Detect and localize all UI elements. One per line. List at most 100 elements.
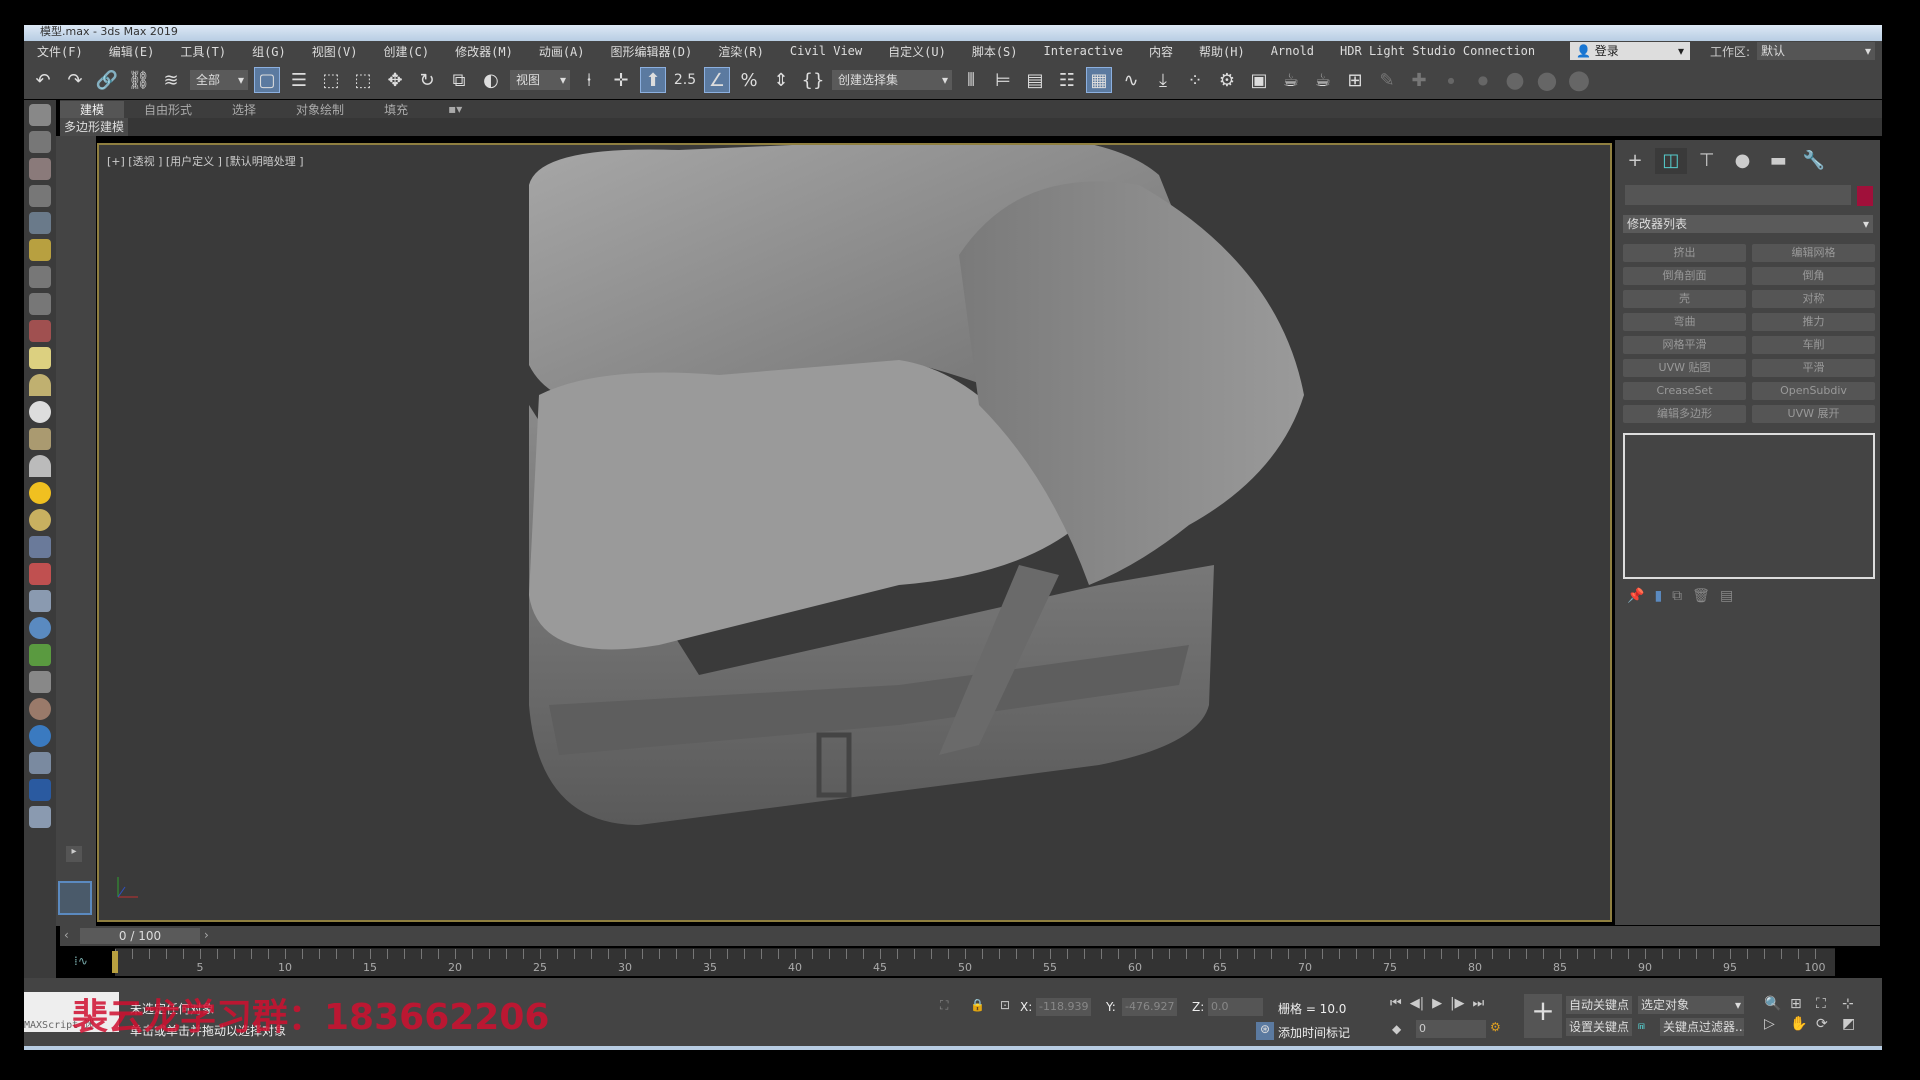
lock-selection-icon[interactable]: 🔒 bbox=[970, 998, 985, 1012]
menu-rendering[interactable]: 渲染(R) bbox=[705, 43, 777, 60]
menu-content[interactable]: 内容 bbox=[1136, 43, 1186, 60]
sofa-model[interactable] bbox=[399, 145, 1359, 845]
maximize-viewport-icon[interactable]: ◩ bbox=[1842, 1016, 1864, 1032]
plane-icon[interactable] bbox=[29, 347, 51, 369]
modify-tab-icon[interactable]: ◫ bbox=[1654, 148, 1687, 174]
add-time-tag-button[interactable]: 添加时间标记 bbox=[1278, 1024, 1350, 1041]
modifier-symmetry-button[interactable]: 对称 bbox=[1752, 290, 1875, 308]
material-editor-icon[interactable]: ⁘ bbox=[1182, 67, 1208, 93]
absolute-mode-icon[interactable]: ⊡ bbox=[1000, 998, 1010, 1012]
hair-icon[interactable] bbox=[29, 671, 51, 693]
angle-snap-icon[interactable]: ∠ bbox=[704, 67, 730, 93]
object-color-swatch[interactable] bbox=[1857, 186, 1873, 206]
scene-explorer-icon[interactable]: ▤ bbox=[1022, 67, 1048, 93]
plus-brush-icon[interactable]: ✚ bbox=[1406, 67, 1432, 93]
tab-freeform[interactable]: 自由形式 bbox=[124, 101, 212, 118]
play-icon[interactable]: ▶ bbox=[1432, 996, 1442, 1011]
menu-tools[interactable]: 工具(T) bbox=[167, 43, 239, 60]
modifier-lathe-button[interactable]: 车削 bbox=[1752, 336, 1875, 354]
menu-scripting[interactable]: 脚本(S) bbox=[959, 43, 1031, 60]
menu-customize[interactable]: 自定义(U) bbox=[875, 43, 959, 60]
menu-help[interactable]: 帮助(H) bbox=[1186, 43, 1258, 60]
menu-create[interactable]: 创建(C) bbox=[370, 43, 442, 60]
tab-object-paint[interactable]: 对象绘制 bbox=[276, 101, 364, 118]
motion-tab-icon[interactable]: ● bbox=[1726, 148, 1758, 174]
key-filters-button[interactable]: 关键点过滤器... bbox=[1660, 1018, 1744, 1036]
cone-icon[interactable] bbox=[29, 455, 51, 477]
curve-editor-toggle-icon[interactable]: ⁞∿ bbox=[74, 954, 88, 968]
reference-coord-dropdown[interactable]: 视图 ▾ bbox=[510, 70, 570, 90]
brush-icon[interactable]: ✎ bbox=[1374, 67, 1400, 93]
set-key-big-icon[interactable]: + bbox=[1524, 994, 1562, 1038]
next-frame-arrow-icon[interactable]: › bbox=[204, 928, 209, 942]
pan-icon[interactable]: ✋ bbox=[1790, 1016, 1812, 1032]
undo-icon[interactable]: ↶ bbox=[30, 67, 56, 93]
modifier-smooth-button[interactable]: 平滑 bbox=[1752, 359, 1875, 377]
brush-size-1-icon[interactable]: ● bbox=[1438, 67, 1464, 93]
brush-size-3-icon[interactable]: ● bbox=[1502, 67, 1528, 93]
rotate-icon[interactable]: ↻ bbox=[414, 67, 440, 93]
cloud-icon[interactable] bbox=[29, 131, 51, 153]
camera-icon[interactable] bbox=[29, 266, 51, 288]
set-key-button[interactable]: 设置关键点 bbox=[1566, 1018, 1633, 1036]
modifier-uvw-map-button[interactable]: UVW 贴图 bbox=[1623, 359, 1746, 377]
prev-frame-arrow-icon[interactable]: ‹ bbox=[64, 928, 69, 942]
select-object-icon[interactable]: ▢ bbox=[254, 67, 280, 93]
show-end-result-icon[interactable]: ▮ bbox=[1654, 588, 1662, 604]
menu-animation[interactable]: 动画(A) bbox=[526, 43, 598, 60]
login-dropdown[interactable]: 👤 登录 ▾ bbox=[1570, 42, 1690, 60]
bind-space-warp-icon[interactable]: ≋ bbox=[158, 67, 184, 93]
modifier-list-dropdown[interactable]: 修改器列表 ▾ bbox=[1623, 215, 1873, 233]
named-selection-dropdown[interactable]: 创建选择集 ▾ bbox=[832, 70, 952, 90]
menu-hdr-light-studio[interactable]: HDR Light Studio Connection bbox=[1327, 44, 1548, 58]
brush-paint-icon[interactable] bbox=[29, 563, 51, 585]
menu-civil-view[interactable]: Civil View bbox=[777, 44, 875, 58]
snaps-toggle-icon[interactable]: 2.5 bbox=[672, 67, 698, 93]
brush-size-4-icon[interactable]: ● bbox=[1534, 66, 1560, 94]
time-slider-thumb[interactable]: 0 / 100 bbox=[80, 928, 200, 944]
redo-icon[interactable]: ↷ bbox=[62, 67, 88, 93]
modifier-opensubdiv-button[interactable]: OpenSubdiv bbox=[1752, 382, 1875, 400]
field-of-view-icon[interactable]: ▷ bbox=[1764, 1016, 1786, 1032]
grid-icon[interactable] bbox=[29, 536, 51, 558]
light-icon[interactable] bbox=[29, 239, 51, 261]
render-iterative-icon[interactable]: ☕ bbox=[1310, 67, 1336, 93]
render-production-icon[interactable]: ☕ bbox=[1278, 67, 1304, 93]
unlink-icon[interactable]: ⛓ bbox=[126, 67, 152, 93]
list-icon[interactable] bbox=[29, 185, 51, 207]
modifier-bevel-button[interactable]: 倒角 bbox=[1752, 267, 1875, 285]
pin-stack-icon[interactable]: 📌 bbox=[1627, 588, 1644, 604]
configure-modifier-sets-icon[interactable]: ▤ bbox=[1720, 588, 1733, 604]
brush-size-2-icon[interactable]: ● bbox=[1470, 67, 1496, 93]
teapot-icon[interactable] bbox=[29, 104, 51, 126]
select-by-name-icon[interactable]: ☰ bbox=[286, 67, 312, 93]
percent-snap-icon[interactable]: % bbox=[736, 67, 762, 93]
create-tab-icon[interactable]: + bbox=[1619, 148, 1651, 174]
image-icon[interactable] bbox=[29, 158, 51, 180]
selection-filter-dropdown[interactable]: 全部 ▾ bbox=[190, 70, 248, 90]
table-icon[interactable] bbox=[29, 212, 51, 234]
modifier-creaseset-button[interactable]: CreaseSet bbox=[1623, 382, 1746, 400]
pyramid-icon[interactable] bbox=[29, 590, 51, 612]
current-frame-field[interactable]: 0 bbox=[1416, 1020, 1486, 1038]
viewport-label[interactable]: [+] [透视 ] [用户定义 ] [默认明暗处理 ] bbox=[107, 153, 304, 169]
auto-key-button[interactable]: 自动关键点 bbox=[1566, 996, 1633, 1014]
link-icon[interactable]: 🔗 bbox=[94, 67, 120, 93]
modifier-shell-button[interactable]: 壳 bbox=[1623, 290, 1746, 308]
menu-modifiers[interactable]: 修改器(M) bbox=[442, 43, 526, 60]
tab-modeling[interactable]: 建模 bbox=[60, 100, 125, 118]
zoom-all-icon[interactable]: ⊞ bbox=[1790, 996, 1812, 1012]
modifier-bend-button[interactable]: 弯曲 bbox=[1623, 313, 1746, 331]
z-coordinate-field[interactable]: 0.0 bbox=[1208, 998, 1263, 1016]
modifier-stack[interactable] bbox=[1623, 433, 1875, 579]
layer-explorer-icon[interactable]: ☷ bbox=[1054, 67, 1080, 93]
geosphere-icon[interactable] bbox=[29, 509, 51, 531]
time-configuration-icon[interactable]: ⚙ bbox=[1490, 1020, 1501, 1034]
torus-icon[interactable] bbox=[29, 428, 51, 450]
go-to-start-icon[interactable]: ⏮ bbox=[1390, 996, 1402, 1011]
modifier-edit-mesh-button[interactable]: 编辑网格 bbox=[1752, 244, 1875, 262]
y-coordinate-field[interactable]: -476.927 bbox=[1122, 998, 1177, 1016]
select-manipulate-icon[interactable]: ✛ bbox=[608, 67, 634, 93]
workspace-dropdown[interactable]: 默认 ▾ bbox=[1757, 42, 1875, 60]
make-unique-icon[interactable]: ⧉ bbox=[1672, 588, 1682, 604]
